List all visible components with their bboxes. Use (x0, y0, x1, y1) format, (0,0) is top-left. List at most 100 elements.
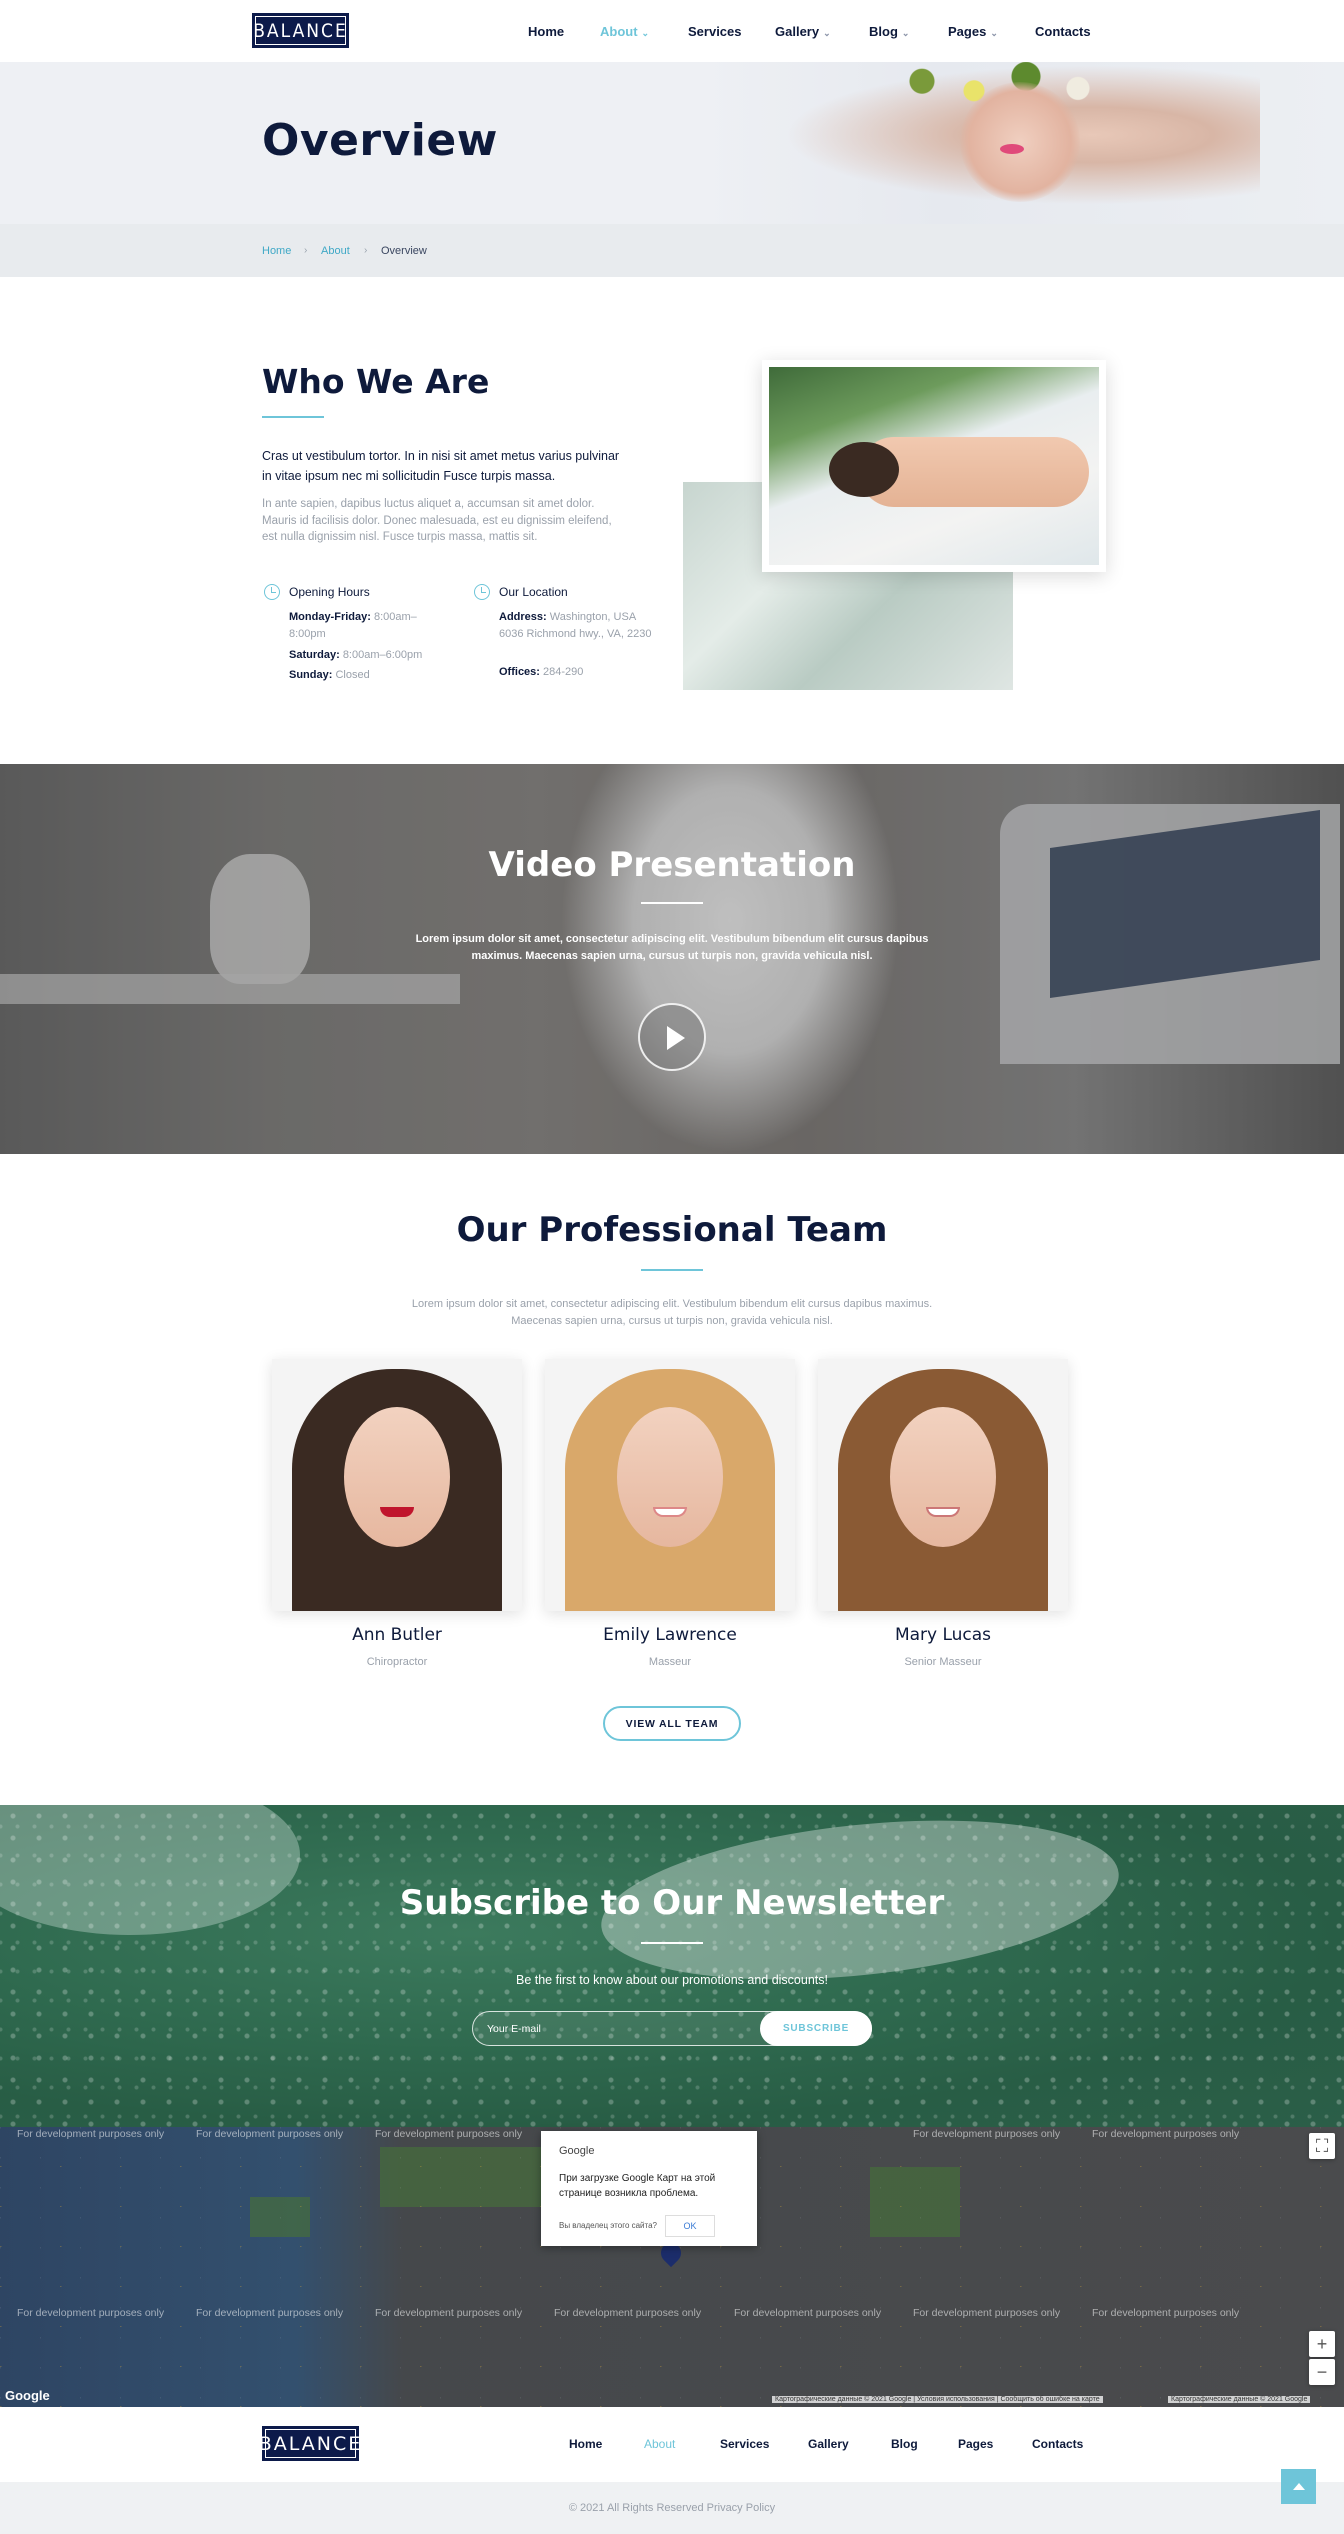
water-drops-texture (0, 1805, 1344, 2127)
breadcrumb-current: Overview (381, 245, 427, 257)
nav-contacts[interactable]: Contacts (1035, 24, 1091, 39)
breadcrumb-home[interactable]: Home (262, 245, 291, 257)
site-header: BALANCE Home About ⌄ Services Gallery ⌄ Bl… (0, 0, 1344, 62)
footer-nav-gallery[interactable]: Gallery (808, 2437, 849, 2451)
who-lead-text: Cras ut vestibulum tortor. In in nisi si… (262, 449, 620, 483)
play-button[interactable] (638, 1003, 706, 1071)
nav-home-label: Home (528, 23, 565, 39)
lips-image (1000, 144, 1024, 154)
site-logo[interactable]: BALANCE (252, 13, 349, 48)
our-location-heading: Our Location (499, 585, 568, 599)
offices-value: 284-290 (543, 666, 584, 678)
map-attribution[interactable]: Картографические данные © 2021 Google | … (772, 2396, 1103, 2403)
heading-underline (641, 1942, 703, 1944)
offices-label: Offices: (499, 666, 540, 678)
member-face-shape (890, 1407, 996, 1547)
member-name[interactable]: Ann Butler (272, 1625, 522, 1645)
member-mouth-shape (653, 1507, 687, 1517)
footer-nav-blog[interactable]: Blog (891, 2437, 918, 2451)
member-name[interactable]: Mary Lucas (818, 1625, 1068, 1645)
breadcrumb-separator-icon: › (364, 245, 368, 256)
dialog-title: Google (559, 2145, 595, 2157)
massage-hair-shape (829, 442, 899, 497)
dev-watermark: For development purposes only (913, 2307, 1061, 2319)
page-title: Overview (262, 115, 498, 166)
page-title-banner (0, 62, 1344, 224)
member-name[interactable]: Emily Lawrence (545, 1625, 795, 1645)
dev-watermark: For development purposes only (375, 2128, 523, 2140)
team-card-photo[interactable] (272, 1359, 522, 1611)
nav-pages-label: Pages (948, 23, 987, 39)
map-attribution-right: Картографические данные © 2021 Google (1168, 2396, 1311, 2403)
nav-services-label: Services (688, 23, 742, 39)
hours-sunday: Sunday: Closed (289, 667, 459, 684)
dialog-ok-button[interactable]: OK (665, 2215, 715, 2237)
dev-watermark: For development purposes only (1092, 2307, 1240, 2319)
dev-watermark: For development purposes only (196, 2128, 344, 2140)
google-logo[interactable]: Google (5, 2388, 50, 2403)
footer-nav-home[interactable]: Home (569, 2437, 602, 2451)
footer-nav-pages[interactable]: Pages (958, 2437, 993, 2451)
chevron-down-icon: ⌄ (641, 27, 650, 38)
hours-saturday: Saturday: 8:00am–6:00pm (289, 647, 459, 664)
breadcrumb-separator-icon: › (304, 245, 308, 256)
footer-logo[interactable]: BALANCE (259, 2426, 360, 2461)
nav-services[interactable]: Services (688, 24, 742, 39)
member-role: Chiropractor (366, 1656, 428, 1668)
dev-watermark: For development purposes only (1092, 2128, 1240, 2140)
member-face-shape (344, 1407, 450, 1547)
zoom-out-button[interactable]: − (1309, 2359, 1335, 2385)
who-heading: Who We Are (262, 362, 490, 401)
breadcrumb-bar (0, 224, 1344, 277)
dev-watermark: For development purposes only (554, 2307, 702, 2319)
breadcrumb-about[interactable]: About (321, 245, 350, 257)
nav-contacts-label: Contacts (1035, 23, 1091, 39)
member-mouth-shape (380, 1507, 414, 1517)
footer-nav-services[interactable]: Services (720, 2437, 769, 2451)
nav-blog[interactable]: Blog ⌄ (869, 24, 909, 39)
team-card-photo[interactable] (545, 1359, 795, 1611)
address-label: Address: (499, 611, 547, 623)
clock-icon (264, 584, 280, 600)
hours-sunday-value: Closed (335, 669, 370, 681)
video-heading: Video Presentation (488, 845, 856, 885)
chevron-down-icon: ⌄ (823, 27, 831, 38)
chevron-down-icon: ⌄ (990, 27, 998, 38)
hours-saturday-label: Saturday: (289, 649, 340, 661)
hours-weekdays-label: Monday-Friday: (289, 611, 371, 623)
member-role: Senior Masseur (904, 1656, 982, 1668)
team-card-photo[interactable] (818, 1359, 1068, 1611)
dialog-question-link[interactable]: Вы владелец этого сайта? (559, 2221, 657, 2230)
member-face-shape (617, 1407, 723, 1547)
dialog-message: При загрузке Google Карт на этой страниц… (559, 2173, 716, 2199)
hours-sunday-label: Sunday: (289, 669, 333, 681)
chevron-down-icon: ⌄ (901, 27, 910, 38)
dev-watermark: For development purposes only (17, 2128, 165, 2140)
scroll-to-top-button[interactable] (1281, 2469, 1316, 2504)
subscribe-button[interactable]: SUBSCRIBE (760, 2011, 872, 2046)
newsletter-heading: Subscribe to Our Newsletter (399, 1883, 945, 1923)
nav-gallery-label: Gallery (775, 23, 820, 39)
fullscreen-icon[interactable]: ⛶ (1309, 2133, 1335, 2159)
heading-underline (641, 902, 703, 904)
nav-about[interactable]: About ⌄ (600, 24, 649, 39)
dev-watermark: For development purposes only (196, 2307, 344, 2319)
footer-nav-contacts[interactable]: Contacts (1032, 2437, 1083, 2451)
zoom-in-button[interactable]: + (1309, 2331, 1335, 2357)
nav-pages[interactable]: Pages ⌄ (948, 24, 998, 39)
dev-watermark: For development purposes only (913, 2128, 1061, 2140)
footer-nav-about[interactable]: About (644, 2437, 675, 2451)
clock-icon (474, 584, 490, 600)
nav-gallery[interactable]: Gallery ⌄ (775, 24, 831, 39)
newsletter-text: Be the first to know about our promotion… (516, 1973, 828, 1987)
member-role: Masseur (648, 1656, 692, 1668)
nav-blog-label: Blog (869, 23, 898, 39)
view-all-team-button[interactable]: VIEW ALL TEAM (603, 1706, 741, 1741)
opening-hours-heading: Opening Hours (289, 585, 370, 599)
email-placeholder: Your E-mail (487, 2023, 541, 2035)
map-error-dialog: Google При загрузке Google Карт на этой … (541, 2131, 757, 2246)
hours-weekdays: Monday-Friday: 8:00am–8:00pm (289, 609, 439, 642)
nav-home[interactable]: Home (528, 24, 564, 39)
nav-about-label: About (600, 23, 638, 39)
member-mouth-shape (926, 1507, 960, 1517)
